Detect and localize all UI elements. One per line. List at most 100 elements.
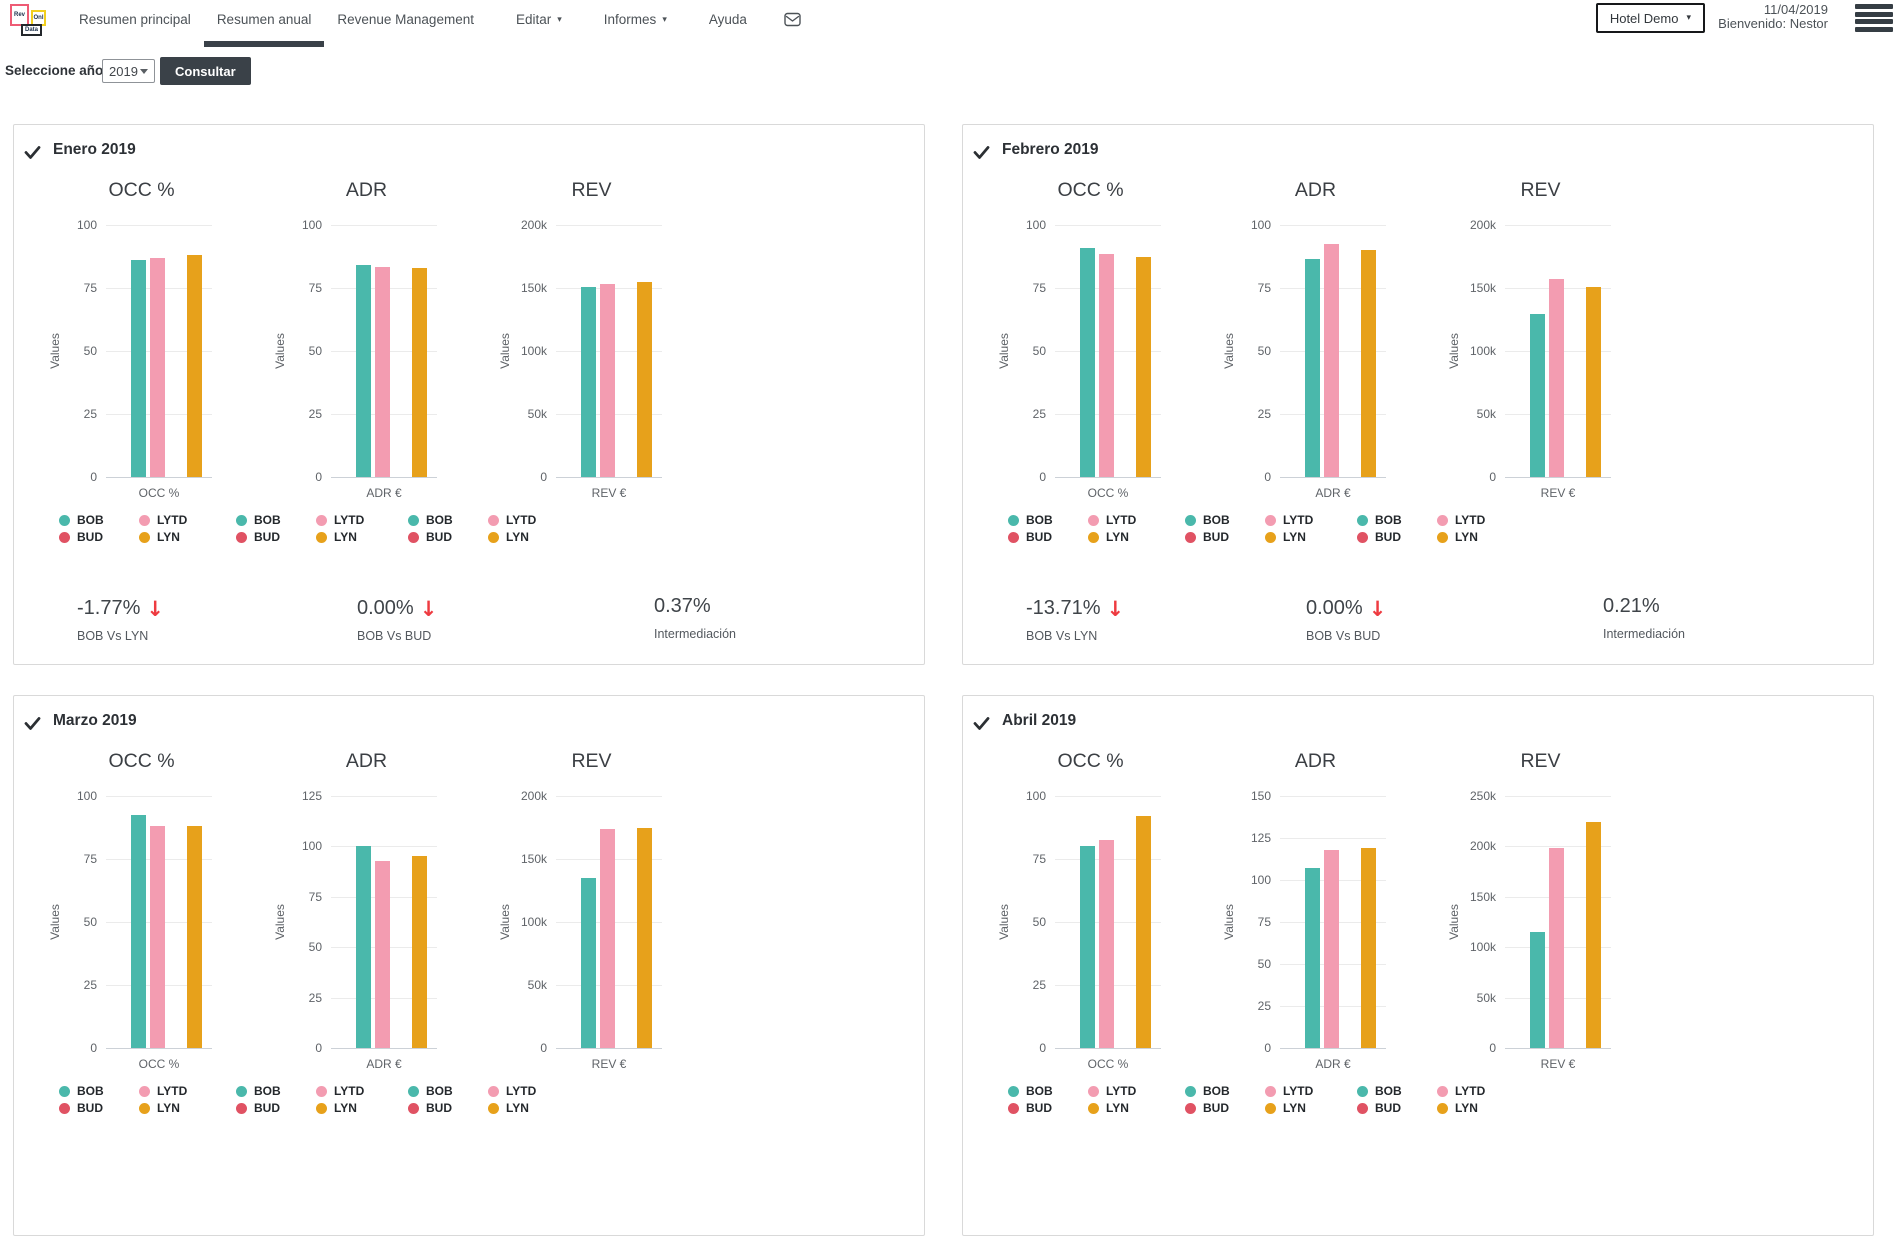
x-axis-label: OCC %: [1055, 486, 1161, 500]
x-axis-label: REV €: [556, 486, 662, 500]
stat-value-line: -13.71%↓: [1026, 595, 1124, 620]
legend-label: LYN: [1106, 1101, 1129, 1115]
bar-bob: [1305, 868, 1320, 1048]
bar-chart-occ: OCC %Values1007550250OCC %: [980, 741, 1205, 1091]
legend-item-bob: BOB: [408, 513, 488, 527]
legend-item-bob: BOB: [236, 513, 316, 527]
legend-label: BOB: [426, 1084, 453, 1098]
legend-label: LYN: [1106, 530, 1129, 544]
legend-item-lytd: LYTD: [1088, 513, 1136, 527]
chart-legend: BOBLYTDBUDLYN: [408, 513, 536, 544]
y-tick-label: 100k: [1430, 940, 1496, 954]
y-tick-label: 0: [1430, 470, 1496, 484]
bar-bob: [1080, 846, 1095, 1048]
legend-dot: [408, 515, 419, 526]
y-tick-label: 200k: [481, 218, 547, 232]
legend-dot: [408, 1086, 419, 1097]
chart-title: OCC %: [1020, 179, 1161, 202]
legend-item-bud: BUD: [1008, 530, 1088, 544]
chart-legend: BOBLYTDBUDLYN: [59, 513, 187, 544]
x-axis-label: OCC %: [1055, 1057, 1161, 1071]
bar-lyn: [637, 282, 652, 477]
legend-item-bob: BOB: [59, 513, 139, 527]
legend-item-lytd: LYTD: [1265, 513, 1313, 527]
legend-label: LYTD: [334, 513, 364, 527]
y-tick-label: 100: [1205, 218, 1271, 232]
legend-dot: [1008, 1086, 1019, 1097]
legend-item-lytd: LYTD: [1437, 513, 1485, 527]
y-tick-label: 0: [256, 1041, 322, 1055]
chart-title: OCC %: [71, 750, 212, 773]
y-tick-label: 100k: [481, 915, 547, 929]
stat-value: 0.00%: [1306, 597, 1363, 619]
month-title: Enero 2019: [53, 141, 136, 159]
legend-dot: [316, 1103, 327, 1114]
y-tick-label: 50k: [481, 978, 547, 992]
legend-dot: [1088, 1103, 1099, 1114]
chart-legend: BOBLYTDBUDLYN: [408, 1084, 536, 1115]
y-tick-label: 125: [1205, 831, 1271, 845]
stat-value: -13.71%: [1026, 597, 1101, 619]
legend-dot: [316, 1086, 327, 1097]
plot-area: [1280, 225, 1386, 477]
y-tick-label: 100: [31, 789, 97, 803]
legend-dot: [236, 1103, 247, 1114]
y-tick-label: 75: [980, 852, 1046, 866]
gridline: [1055, 796, 1161, 797]
legend-item-lytd: LYTD: [316, 513, 364, 527]
stat-label: BOB Vs LYN: [77, 629, 164, 643]
legend-dot: [139, 515, 150, 526]
legend-label: BOB: [1203, 513, 1230, 527]
y-tick-label: 150k: [481, 281, 547, 295]
legend-item-bob: BOB: [1008, 513, 1088, 527]
legend-item-bud: BUD: [408, 530, 488, 544]
bar-bob: [131, 815, 146, 1048]
legend-item-lyn: LYN: [1437, 1101, 1485, 1115]
legend-label: BUD: [254, 1101, 280, 1115]
plot-area: [1055, 225, 1161, 477]
chart-title: ADR: [296, 750, 437, 773]
stat-block: -1.77%↓ BOB Vs LYN: [77, 595, 164, 643]
legend-item-bob: BOB: [1185, 513, 1265, 527]
bar-lyn: [1361, 848, 1376, 1048]
bar-bob: [131, 260, 146, 477]
gridline: [1505, 796, 1611, 797]
y-tick-label: 200k: [1430, 218, 1496, 232]
y-tick-label: 100: [980, 789, 1046, 803]
gridline: [1055, 477, 1161, 478]
legend-item-lyn: LYN: [316, 1101, 364, 1115]
bar-lyn: [637, 828, 652, 1049]
stat-value-line: -1.77%↓: [77, 595, 164, 620]
legend-label: BOB: [77, 513, 104, 527]
legend-dot: [236, 515, 247, 526]
y-tick-label: 50: [1205, 344, 1271, 358]
y-tick-label: 100k: [481, 344, 547, 358]
x-axis-label: OCC %: [106, 486, 212, 500]
stat-block: 0.00%↓BOB Vs BUD: [357, 595, 437, 643]
legend-item-lyn: LYN: [139, 1101, 187, 1115]
gridline: [556, 1048, 662, 1049]
legend-item-lyn: LYN: [1437, 530, 1485, 544]
legend-label: BUD: [1026, 1101, 1052, 1115]
legend-dot: [1185, 532, 1196, 543]
y-tick-label: 50: [980, 915, 1046, 929]
legend-item-lyn: LYN: [488, 1101, 536, 1115]
y-tick-label: 50: [256, 940, 322, 954]
legend-dot: [1088, 532, 1099, 543]
legend-item-lyn: LYN: [1088, 1101, 1136, 1115]
legend-item-bud: BUD: [59, 1101, 139, 1115]
stat-block: 0.00%↓BOB Vs BUD: [1306, 595, 1386, 643]
gridline: [331, 225, 437, 226]
gridline: [556, 225, 662, 226]
y-tick-label: 100: [1205, 873, 1271, 887]
legend-item-lytd: LYTD: [139, 1084, 187, 1098]
y-tick-label: 25: [980, 407, 1046, 421]
stat-value: 0.37%: [654, 595, 711, 617]
bar-chart-occ: OCC %Values1007550250OCC %: [31, 741, 256, 1091]
chart-legend: BOBLYTDBUDLYN: [1357, 513, 1485, 544]
bar-bob: [1530, 932, 1545, 1048]
legend-label: BOB: [1026, 513, 1053, 527]
y-tick-label: 100: [256, 218, 322, 232]
legend-item-bud: BUD: [236, 530, 316, 544]
legend-dot: [1265, 1103, 1276, 1114]
